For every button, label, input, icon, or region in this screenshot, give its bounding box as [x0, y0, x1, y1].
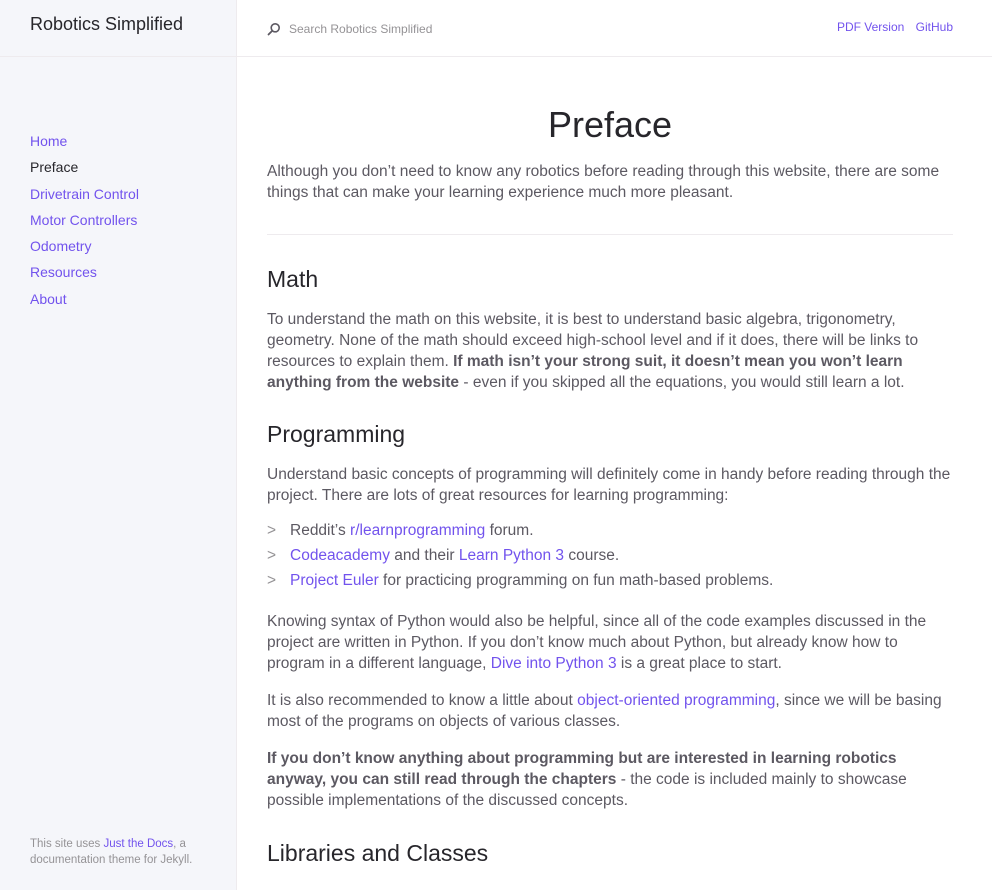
nav-item-label[interactable]: Preface [30, 159, 78, 175]
beginner-paragraph: If you don’t know anything about program… [267, 748, 953, 811]
programming-intro: Understand basic concepts of programming… [267, 466, 951, 504]
just-the-docs-link[interactable]: Just the Docs [104, 838, 174, 850]
list-text: for practicing programming on fun math-b… [378, 572, 774, 589]
nav-item-about[interactable]: About [30, 290, 139, 316]
nav-item-label[interactable]: Resources [30, 264, 97, 280]
nav-item-label[interactable]: Drivetrain Control [30, 186, 139, 202]
list-item: > Reddit’s r/learnprogramming forum. [267, 520, 953, 545]
nav-item-home[interactable]: Home [30, 132, 139, 158]
list-text: and their [389, 547, 459, 564]
math-paragraph: To understand the math on this website, … [267, 309, 953, 393]
bullet-marker: > [267, 522, 277, 539]
list-text: forum. [485, 522, 534, 539]
paragraph-text: It is also recommended to know a little … [267, 692, 578, 709]
sidebar-header: Robotics Simplified [0, 0, 236, 57]
list-item: > Codeacademy and their Learn Python 3 co… [267, 545, 953, 570]
codeacademy-link[interactable]: Codeacademy [290, 547, 390, 564]
header: PDF Version GitHub [237, 0, 992, 57]
paragraph-text: is a great place to start. [616, 655, 782, 672]
nav-item-preface[interactable]: Preface [30, 158, 139, 184]
nav-item-label[interactable]: About [30, 291, 67, 307]
math-heading: Math [267, 266, 319, 292]
main-content: Preface Although you don’t need to know … [267, 57, 953, 867]
footer-text: This site uses [30, 838, 104, 850]
site-title[interactable]: Robotics Simplified [30, 14, 183, 35]
nav-item-motor-controllers[interactable]: Motor Controllers [30, 211, 139, 237]
search-bar[interactable] [267, 22, 589, 36]
nav-item-resources[interactable]: Resources [30, 263, 139, 289]
pdf-version-link[interactable]: PDF Version [837, 20, 904, 34]
programming-heading: Programming [267, 421, 406, 447]
aux-nav: PDF Version GitHub [829, 20, 953, 34]
nav-item-label[interactable]: Motor Controllers [30, 212, 137, 228]
search-icon [267, 22, 281, 36]
list-text: Reddit’s [290, 522, 351, 539]
list-text: course. [564, 547, 620, 564]
intro-paragraph: Although you don’t need to know any robo… [267, 163, 940, 201]
sidebar: Robotics Simplified Home Preface Drivetr… [0, 0, 237, 890]
nav-item-label[interactable]: Odometry [30, 238, 91, 254]
page-title: Preface [547, 104, 673, 145]
search-input[interactable] [289, 22, 589, 36]
divider [267, 234, 953, 235]
learnprogramming-link[interactable]: r/learnprogramming [350, 522, 485, 539]
bullet-marker: > [267, 547, 277, 564]
oop-paragraph: It is also recommended to know a little … [267, 690, 953, 732]
nav-item-drivetrain-control[interactable]: Drivetrain Control [30, 185, 139, 211]
learn-python-3-link[interactable]: Learn Python 3 [459, 547, 564, 564]
oop-link[interactable]: object-oriented programming [577, 692, 775, 709]
project-euler-link[interactable]: Project Euler [290, 572, 379, 589]
sidebar-nav: Home Preface Drivetrain Control Motor Co… [30, 132, 139, 316]
nav-item-label[interactable]: Home [30, 133, 67, 149]
libraries-heading: Libraries and Classes [267, 840, 489, 866]
sidebar-footer: This site uses Just the Docs, a document… [30, 836, 220, 868]
nav-item-odometry[interactable]: Odometry [30, 237, 139, 263]
bullet-marker: > [267, 572, 277, 589]
github-link[interactable]: GitHub [916, 20, 953, 34]
math-tail-text: - even if you skipped all the equations,… [459, 374, 905, 391]
list-item: > Project Euler for practicing programmin… [267, 570, 953, 595]
python-paragraph: Knowing syntax of Python would also be h… [267, 611, 953, 674]
resource-list: > Reddit’s r/learnprogramming forum. > Cod… [267, 520, 953, 595]
dive-into-python-link[interactable]: Dive into Python 3 [491, 655, 617, 672]
